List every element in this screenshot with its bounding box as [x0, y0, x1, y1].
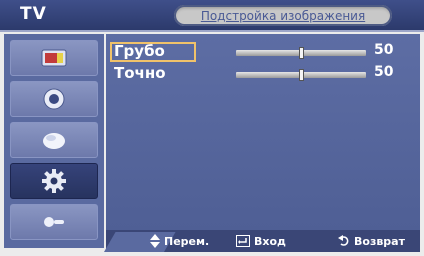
sidebar-item-picture[interactable] [10, 40, 98, 76]
footer-enter-hint: Вход [236, 233, 286, 249]
fine-slider[interactable] [236, 69, 366, 81]
sidebar-item-channel[interactable] [10, 122, 98, 158]
channel-icon [43, 133, 65, 149]
setting-row-coarse[interactable]: Грубо 50 [106, 42, 420, 64]
sidebar-item-input[interactable] [10, 204, 98, 240]
picture-icon [41, 49, 67, 67]
setting-row-fine[interactable]: Точно 50 [106, 64, 420, 86]
return-icon [338, 235, 349, 246]
sidebar-item-sound[interactable] [10, 81, 98, 117]
setting-value-coarse: 50 [374, 42, 394, 58]
footer-move-label: Перем. [164, 234, 210, 248]
sound-icon [43, 88, 65, 110]
setting-label-coarse: Грубо [110, 42, 196, 62]
footer-move-hint: Перем. [150, 233, 209, 249]
fine-slider-knob[interactable] [298, 69, 304, 81]
coarse-slider-knob[interactable] [298, 47, 304, 59]
category-sidebar [4, 34, 104, 248]
footer-return-label: Возврат [354, 234, 405, 248]
input-icon [44, 217, 64, 227]
enter-icon [236, 235, 250, 247]
setup-gear-icon [42, 169, 66, 193]
source-label: TV [20, 4, 47, 24]
coarse-slider[interactable] [236, 47, 366, 59]
settings-panel: Грубо 50 Точно 50 [106, 34, 420, 230]
menu-title: Подстройка изображения [174, 5, 392, 26]
up-down-arrows-icon [150, 234, 160, 248]
footer-bar: Перем. Вход Возврат [104, 230, 420, 252]
setting-value-fine: 50 [374, 64, 394, 80]
setting-label-fine: Точно [114, 64, 166, 82]
sidebar-item-setup[interactable] [10, 163, 98, 199]
tv-osd-screen: TV Подстройка изображения Грубо 50 Точно… [0, 0, 424, 256]
menu-header: TV Подстройка изображения [0, 0, 424, 32]
footer-return-hint: Возврат [338, 233, 405, 249]
footer-enter-label: Вход [254, 234, 286, 248]
